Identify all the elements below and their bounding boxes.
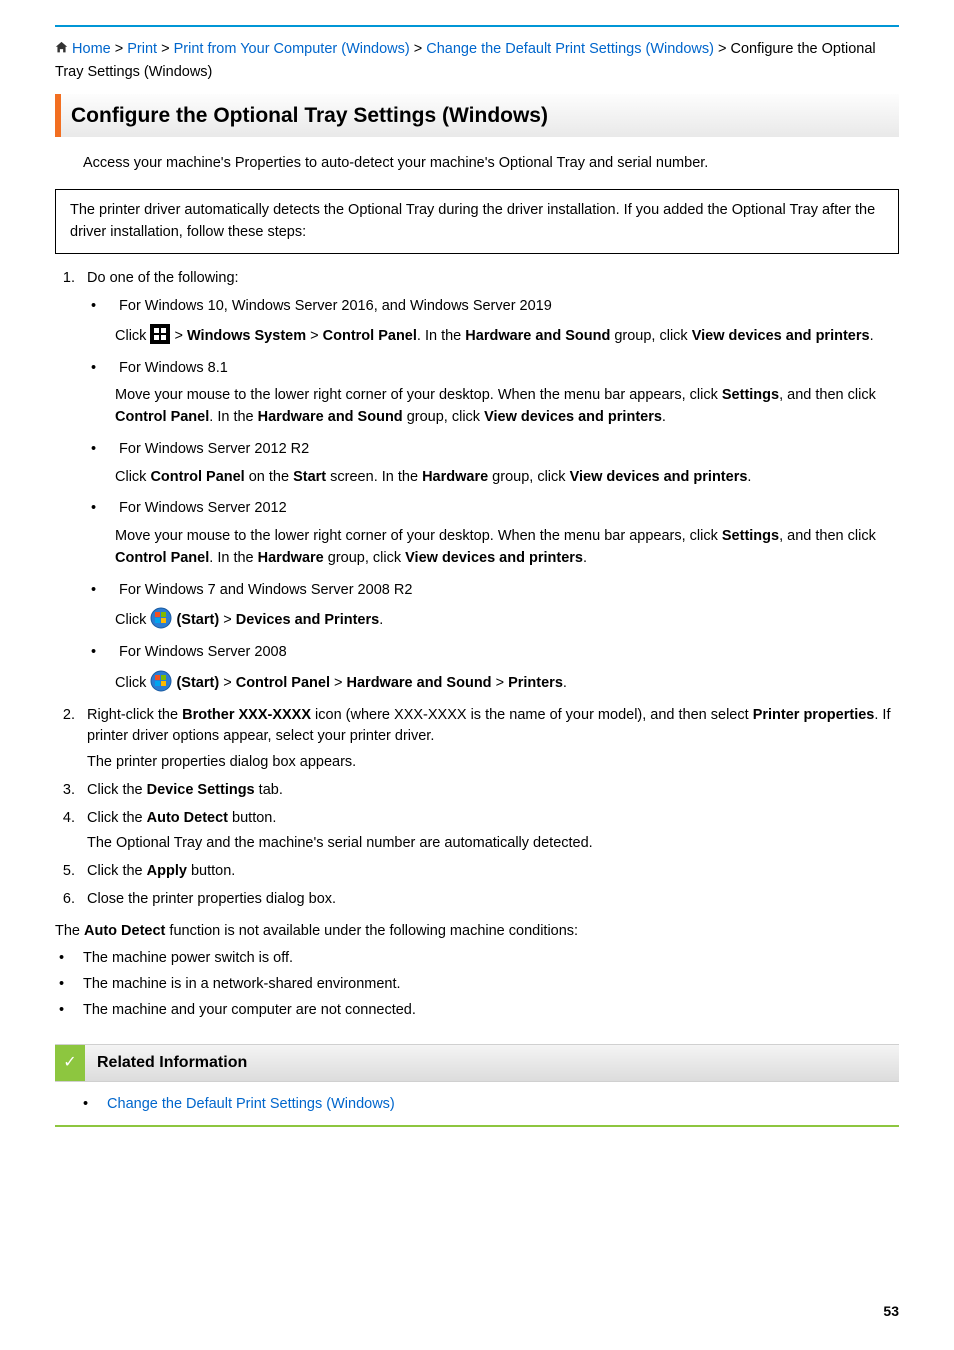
related-info-bar: ✓ Related Information <box>55 1044 899 1082</box>
os-win10: For Windows 10, Windows Server 2016, and… <box>87 296 899 348</box>
breadcrumb-sep: > <box>414 41 427 57</box>
note-box: The printer driver automatically detects… <box>55 189 899 255</box>
windows-tile-icon <box>150 324 170 344</box>
start-orb-icon <box>150 670 172 692</box>
step4-result: The Optional Tray and the machine's seri… <box>87 833 899 855</box>
breadcrumb: Home > Print > Print from Your Computer … <box>55 39 899 84</box>
step2-result: The printer properties dialog box appear… <box>87 752 899 774</box>
breadcrumb-from-pc[interactable]: Print from Your Computer (Windows) <box>174 41 410 57</box>
os-win7: For Windows 7 and Windows Server 2008 R2… <box>87 580 899 633</box>
os-head: For Windows 7 and Windows Server 2008 R2 <box>119 582 412 598</box>
step-2: Right-click the Brother XXX-XXXX icon (w… <box>79 705 899 774</box>
related-title: Related Information <box>85 1045 259 1081</box>
os-win81: For Windows 8.1 Move your mouse to the l… <box>87 358 899 429</box>
check-icon: ✓ <box>55 1045 85 1081</box>
page-number: 53 <box>883 1301 899 1322</box>
os-head: For Windows Server 2008 <box>119 644 287 660</box>
cond-3: The machine and your computer are not co… <box>55 1000 899 1022</box>
os-head: For Windows 8.1 <box>119 360 228 376</box>
related-item: Change the Default Print Settings (Windo… <box>83 1094 899 1116</box>
os-body: Move your mouse to the lower right corne… <box>115 385 899 429</box>
note-text: The printer driver automatically detects… <box>70 202 875 240</box>
home-icon[interactable] <box>55 40 68 62</box>
step-3: Click the Device Settings tab. <box>79 780 899 802</box>
breadcrumb-change-default[interactable]: Change the Default Print Settings (Windo… <box>426 41 714 57</box>
breadcrumb-sep: > <box>718 41 731 57</box>
os-2012: For Windows Server 2012 Move your mouse … <box>87 498 899 569</box>
cond-1: The machine power switch is off. <box>55 948 899 970</box>
after-note: The Auto Detect function is not availabl… <box>55 921 899 943</box>
os-head: For Windows 10, Windows Server 2016, and… <box>119 298 552 314</box>
step1-lead: Do one of the following: <box>87 270 239 286</box>
os-body: Click (Start) > Control Panel > Hardware… <box>115 670 899 695</box>
intro-text: Access your machine's Properties to auto… <box>83 153 899 175</box>
breadcrumb-sep: > <box>161 41 174 57</box>
os-body: Click (Start) > Devices and Printers. <box>115 607 899 632</box>
os-2012r2: For Windows Server 2012 R2 Click Control… <box>87 439 899 489</box>
os-2008: For Windows Server 2008 Click (Start) > … <box>87 642 899 695</box>
breadcrumb-print[interactable]: Print <box>127 41 157 57</box>
cond-2: The machine is in a network-shared envir… <box>55 974 899 996</box>
os-head: For Windows Server 2012 <box>119 500 287 516</box>
breadcrumb-home[interactable]: Home <box>72 41 111 57</box>
step-4: Click the Auto Detect button. The Option… <box>79 808 899 856</box>
page-title-bar: Configure the Optional Tray Settings (Wi… <box>55 94 899 138</box>
os-body: Click Control Panel on the Start screen.… <box>115 467 899 489</box>
step-1: Do one of the following: For Windows 10,… <box>79 268 899 694</box>
breadcrumb-sep: > <box>115 41 128 57</box>
related-link[interactable]: Change the Default Print Settings (Windo… <box>107 1096 395 1112</box>
page-title: Configure the Optional Tray Settings (Wi… <box>71 100 889 132</box>
os-head: For Windows Server 2012 R2 <box>119 441 309 457</box>
os-body: Click > Windows System > Control Panel. … <box>115 324 899 348</box>
step-5: Click the Apply button. <box>79 861 899 883</box>
step-6: Close the printer properties dialog box. <box>79 889 899 911</box>
os-body: Move your mouse to the lower right corne… <box>115 526 899 570</box>
start-orb-icon <box>150 607 172 629</box>
